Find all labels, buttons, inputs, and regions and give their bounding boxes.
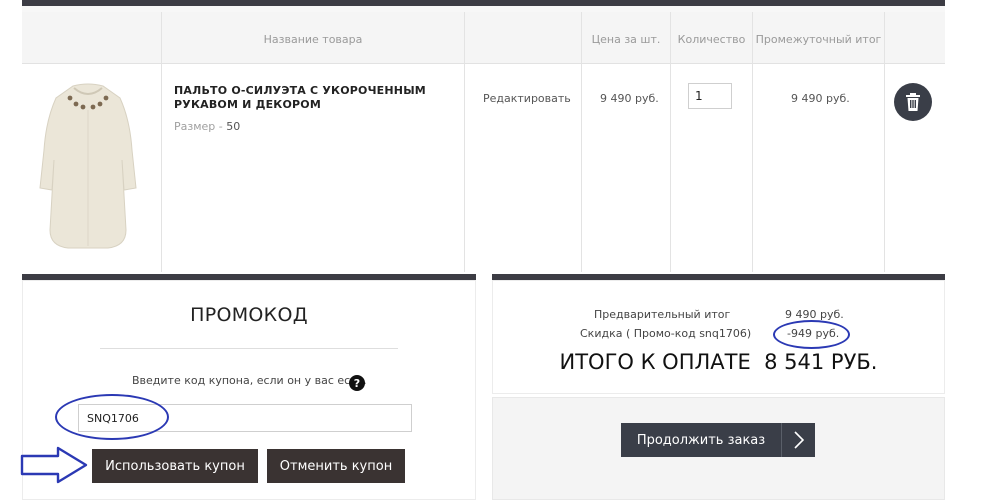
size-label: Размер xyxy=(174,120,216,133)
subtotal-label: Предварительный итог xyxy=(594,308,731,321)
item-subtotal: 9 490 руб. xyxy=(791,92,850,105)
column-divider xyxy=(464,12,465,272)
trash-icon xyxy=(906,93,920,111)
chevron-right-icon xyxy=(782,431,815,449)
discount-label: Скидка ( Промо-код snq1706) xyxy=(580,327,752,340)
size-separator: - xyxy=(215,120,227,133)
grand-total-label: ИТОГО К ОПЛАТЕ xyxy=(559,350,751,374)
annotation-arrow-icon xyxy=(20,446,88,484)
annotation-ellipse-discount xyxy=(773,320,850,349)
product-name[interactable]: ПАЛЬТО О-СИЛУЭТА С УКОРОЧЕННЫМ РУКАВОМ И… xyxy=(174,84,474,112)
column-divider xyxy=(581,12,582,272)
edit-item-link[interactable]: Редактировать xyxy=(483,92,571,105)
coat-product-image[interactable] xyxy=(38,80,138,250)
cart-table: Название товара Цена за шт. Количество П… xyxy=(22,0,945,272)
annotation-ellipse-coupon xyxy=(55,394,169,440)
header-subtotal: Промежуточный итог xyxy=(755,33,882,46)
grand-total-value: 8 541 РУБ. xyxy=(764,350,878,374)
header-product-name: Название товара xyxy=(263,33,363,46)
delete-item-button[interactable] xyxy=(894,83,932,121)
promo-title: ПРОМОКОД xyxy=(190,304,308,326)
order-totals-panel: Предварительный итог 9 490 руб. Скидка (… xyxy=(492,274,945,394)
grand-total: ИТОГО К ОПЛАТЕ 8 541 РУБ. xyxy=(492,350,945,374)
size-value: 50 xyxy=(226,120,241,133)
promo-code-panel: ПРОМОКОД Введите код купона, если он у в… xyxy=(22,274,476,500)
column-divider xyxy=(752,12,753,272)
column-divider xyxy=(884,12,885,272)
header-price: Цена за шт. xyxy=(591,33,661,46)
promo-hint: Введите код купона, если он у вас есть. xyxy=(132,374,367,387)
header-quantity: Количество xyxy=(677,33,746,46)
column-divider xyxy=(670,12,671,272)
quantity-input[interactable] xyxy=(688,83,732,109)
column-divider xyxy=(161,12,162,272)
promo-divider xyxy=(100,348,398,349)
cancel-coupon-button[interactable]: Отменить купон xyxy=(267,449,405,483)
help-icon[interactable]: ? xyxy=(349,375,365,391)
apply-coupon-button[interactable]: Использовать купон xyxy=(92,449,258,483)
continue-order-label: Продолжить заказ xyxy=(636,432,766,448)
continue-order-button[interactable]: Продолжить заказ xyxy=(621,423,815,457)
product-size: Размер - 50 xyxy=(174,120,240,133)
item-price: 9 490 руб. xyxy=(600,92,659,105)
checkout-area: Продолжить заказ xyxy=(492,397,945,500)
